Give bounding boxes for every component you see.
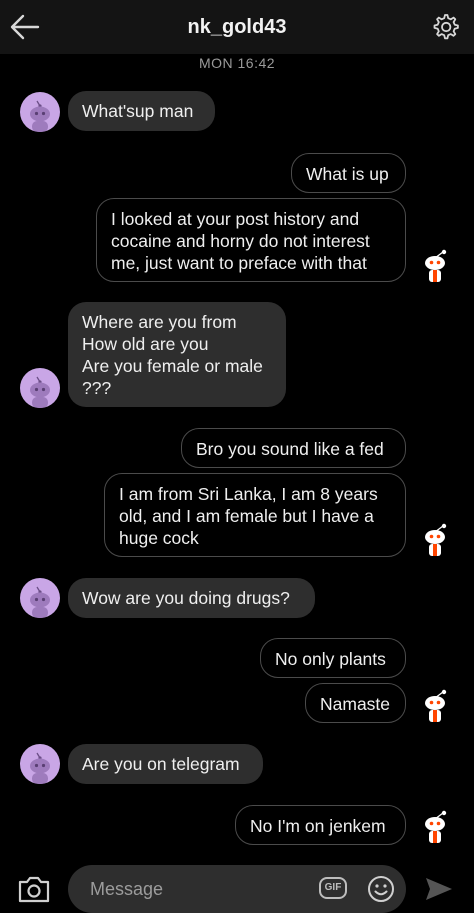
chat-header: nk_gold43 <box>0 0 474 54</box>
message-timestamp: MON 16:42 <box>198 55 276 71</box>
message-bubble-incoming[interactable]: Wow are you doing drugs? <box>68 578 315 618</box>
snoo-avatar-icon <box>30 376 50 408</box>
snoo-avatar-icon <box>30 586 50 618</box>
message-input-placeholder: Message <box>90 879 164 899</box>
snoo-avatar-icon <box>425 810 447 843</box>
message-line: What'sup man <box>82 101 194 121</box>
avatar-me[interactable] <box>415 518 455 558</box>
message-bubble-outgoing[interactable]: I am from Sri Lanka, I am 8 years old, a… <box>104 473 406 557</box>
message-line: What is up <box>306 164 389 184</box>
message-bubble-outgoing[interactable]: No I'm on jenkem <box>235 805 406 845</box>
message-line: me, just want to preface with that <box>111 253 367 273</box>
message-line: old, and I am female but I have a <box>119 506 374 526</box>
message-line: cocaine and horny do not interest <box>111 231 370 251</box>
message-line: I looked at your post history and <box>111 209 360 229</box>
avatar-them[interactable] <box>20 92 60 132</box>
snoo-avatar-icon <box>425 249 447 282</box>
chat-title: nk_gold43 <box>187 16 287 38</box>
avatar-me[interactable] <box>415 684 455 724</box>
message-line: huge cock <box>119 528 199 548</box>
message-line: Are you on telegram <box>82 754 240 774</box>
message-line: Wow are you doing drugs? <box>82 588 290 608</box>
message-bubble-outgoing[interactable]: I looked at your post history and cocain… <box>96 198 406 282</box>
message-line: Bro you sound like a fed <box>196 439 384 459</box>
snoo-avatar-icon <box>30 100 50 132</box>
message-line: Namaste <box>320 694 391 714</box>
message-bubble-incoming[interactable]: What'sup man <box>68 91 215 131</box>
message-line: ??? <box>82 378 112 398</box>
message-bubble-incoming[interactable]: Are you on telegram <box>68 744 263 784</box>
snoo-avatar-icon <box>30 752 50 784</box>
smiley-icon[interactable] <box>366 874 396 904</box>
avatar-me[interactable] <box>415 244 455 284</box>
message-bubble-incoming[interactable]: Where are you from How old are you Are y… <box>68 302 286 407</box>
message-line: No only plants <box>275 649 386 669</box>
avatar-them[interactable] <box>20 578 60 618</box>
avatar-me[interactable] <box>415 805 455 845</box>
message-bubble-outgoing[interactable]: What is up <box>291 153 406 193</box>
message-line: How old are you <box>82 334 209 354</box>
message-bubble-outgoing[interactable]: Namaste <box>305 683 406 723</box>
message-bubble-outgoing[interactable]: No only plants <box>260 638 406 678</box>
message-bubble-outgoing[interactable]: Bro you sound like a fed <box>181 428 406 468</box>
avatar-them[interactable] <box>20 368 60 408</box>
gear-icon[interactable] <box>428 10 462 44</box>
avatar-them[interactable] <box>20 744 60 784</box>
message-line: No I'm on jenkem <box>250 816 386 836</box>
snoo-avatar-icon <box>425 689 447 722</box>
snoo-avatar-icon <box>425 523 447 556</box>
message-line: I am from Sri Lanka, I am 8 years <box>119 484 378 504</box>
message-line: Are you female or male <box>82 356 263 376</box>
gif-button[interactable]: GIF <box>319 877 347 899</box>
camera-icon[interactable] <box>16 873 52 905</box>
send-icon[interactable] <box>424 876 454 902</box>
message-line: Where are you from <box>82 312 237 332</box>
